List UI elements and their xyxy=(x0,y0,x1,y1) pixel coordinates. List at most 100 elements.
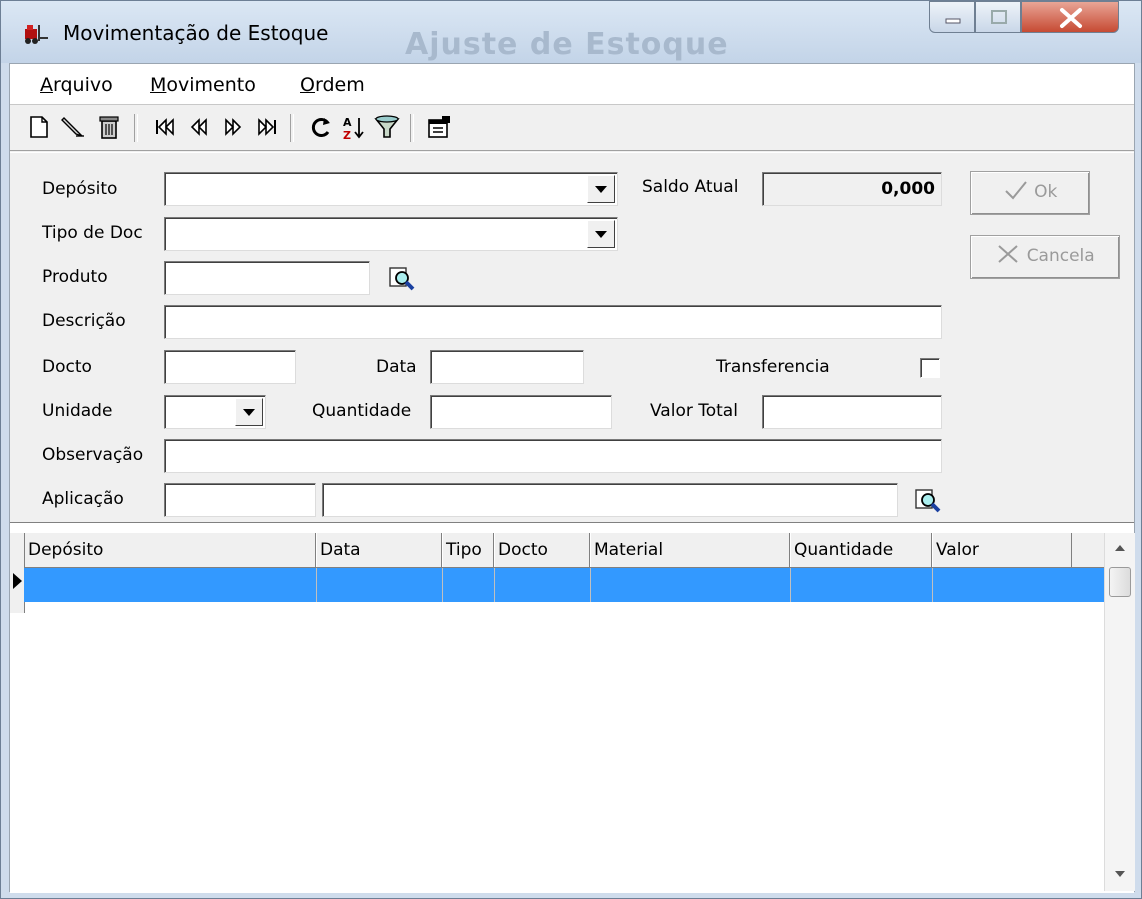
descricao-label: Descrição xyxy=(42,311,126,331)
ok-button-label: Ok xyxy=(1034,182,1058,202)
delete-icon[interactable] xyxy=(94,112,124,142)
scroll-down-arrow-icon[interactable] xyxy=(1105,859,1135,889)
column-header-deposito[interactable]: Depósito xyxy=(24,533,316,567)
data-input[interactable] xyxy=(430,350,584,384)
menu-label: rquivo xyxy=(53,74,113,96)
first-record-icon[interactable] xyxy=(150,112,180,142)
table-row[interactable] xyxy=(24,568,1104,602)
menu-accel: M xyxy=(150,74,167,96)
docto-label: Docto xyxy=(42,357,92,377)
movements-grid[interactable]: Depósito Data Tipo Docto Material Quanti… xyxy=(10,522,1135,893)
menu-accel: A xyxy=(40,74,53,96)
vertical-scrollbar[interactable] xyxy=(1104,533,1135,891)
cell-divider xyxy=(442,568,443,602)
svg-text:A: A xyxy=(343,116,352,129)
maximize-button[interactable] xyxy=(975,1,1021,33)
deposito-label: Depósito xyxy=(42,179,118,199)
produto-label: Produto xyxy=(42,267,108,287)
close-icon xyxy=(1060,8,1082,28)
saldo-atual-label: Saldo Atual xyxy=(642,177,739,197)
docto-input[interactable] xyxy=(164,350,296,384)
refresh-icon[interactable] xyxy=(306,112,336,142)
title-bar[interactable]: Ajuste de Estoque Movimentação de Estoqu… xyxy=(1,1,1141,63)
column-header-data[interactable]: Data xyxy=(316,533,442,567)
column-header-quantidade[interactable]: Quantidade xyxy=(790,533,932,567)
saldo-atual-value: 0,000 xyxy=(881,179,935,199)
scroll-thumb[interactable] xyxy=(1109,567,1131,597)
descricao-input[interactable] xyxy=(164,305,942,339)
tipo-doc-combobox[interactable] xyxy=(164,217,618,251)
last-record-icon[interactable] xyxy=(252,112,282,142)
movement-form: Depósito Saldo Atual 0,000 Ok Tipo de Do… xyxy=(10,152,1134,523)
menu-arquivo[interactable]: Arquivo xyxy=(40,74,113,96)
grid-header: Depósito Data Tipo Docto Material Quanti… xyxy=(24,533,1104,568)
quantidade-input[interactable] xyxy=(430,395,612,429)
maximize-icon xyxy=(991,10,1007,24)
cancela-button[interactable]: Cancela xyxy=(970,235,1120,279)
valor-total-input[interactable] xyxy=(762,395,942,429)
menu-bar: Arquivo Movimento Ordem xyxy=(10,64,1134,105)
sort-az-icon[interactable]: AZ xyxy=(338,112,368,142)
current-row-pointer-icon xyxy=(13,573,22,589)
deposito-dropdown-button[interactable] xyxy=(587,175,615,203)
column-header-docto[interactable]: Docto xyxy=(494,533,590,567)
toolbar: AZ xyxy=(10,106,1134,151)
data-label: Data xyxy=(376,357,417,377)
toolbar-separator xyxy=(134,114,138,142)
cancela-button-label: Cancela xyxy=(1026,246,1095,266)
produto-search-icon[interactable] xyxy=(388,265,416,293)
unidade-combobox[interactable] xyxy=(164,395,266,429)
tipo-doc-dropdown-button[interactable] xyxy=(587,220,615,248)
deposito-combobox[interactable] xyxy=(164,172,618,206)
ok-button[interactable]: Ok xyxy=(970,171,1090,215)
check-icon xyxy=(1004,181,1027,200)
observacao-input[interactable] xyxy=(164,439,942,473)
menu-label: ovimento xyxy=(166,74,256,96)
tipo-doc-label: Tipo de Doc xyxy=(42,223,143,243)
menu-label: rdem xyxy=(314,74,365,96)
aplicacao-search-icon[interactable] xyxy=(914,487,942,515)
cell-divider xyxy=(316,568,317,602)
next-record-icon[interactable] xyxy=(218,112,248,142)
svg-text:Z: Z xyxy=(343,129,351,142)
forklift-app-icon xyxy=(25,25,48,44)
cell-divider xyxy=(790,568,791,602)
saldo-atual-field: 0,000 xyxy=(762,172,942,206)
cell-divider xyxy=(932,568,933,602)
background-window-title: Ajuste de Estoque xyxy=(405,27,729,62)
menu-movimento[interactable]: Movimento xyxy=(150,74,256,96)
aplicacao-label: Aplicação xyxy=(42,489,124,509)
client-area: Arquivo Movimento Ordem AZ Depósito Sald… xyxy=(9,63,1135,893)
produto-input[interactable] xyxy=(164,261,370,295)
transferencia-checkbox[interactable] xyxy=(920,358,940,378)
quantidade-label: Quantidade xyxy=(312,401,412,421)
properties-icon[interactable] xyxy=(424,112,454,142)
cancel-x-icon xyxy=(998,245,1018,263)
minimize-button[interactable] xyxy=(929,1,975,33)
edit-icon[interactable] xyxy=(58,112,88,142)
aplicacao-description-input[interactable] xyxy=(322,483,898,517)
menu-ordem[interactable]: Ordem xyxy=(300,74,365,96)
scroll-up-arrow-icon[interactable] xyxy=(1105,533,1135,563)
minimize-icon xyxy=(945,18,961,24)
toolbar-separator xyxy=(410,114,414,142)
close-button[interactable] xyxy=(1021,1,1119,33)
column-header-tipo[interactable]: Tipo xyxy=(442,533,494,567)
aplicacao-code-input[interactable] xyxy=(164,483,316,517)
menu-accel: O xyxy=(300,74,315,96)
transferencia-label: Transferencia xyxy=(716,357,830,377)
cell-divider xyxy=(590,568,591,602)
cell-divider xyxy=(494,568,495,602)
column-header-material[interactable]: Material xyxy=(590,533,790,567)
toolbar-separator xyxy=(290,114,294,142)
column-header-valor[interactable]: Valor xyxy=(932,533,1072,567)
previous-record-icon[interactable] xyxy=(184,112,214,142)
window-title: Movimentação de Estoque xyxy=(63,21,329,45)
observacao-label: Observação xyxy=(42,445,144,465)
row-indicator-column xyxy=(10,533,25,613)
new-icon[interactable] xyxy=(24,112,54,142)
unidade-label: Unidade xyxy=(42,401,113,421)
filter-icon[interactable] xyxy=(372,112,402,142)
valor-total-label: Valor Total xyxy=(650,401,738,421)
unidade-dropdown-button[interactable] xyxy=(235,398,263,426)
